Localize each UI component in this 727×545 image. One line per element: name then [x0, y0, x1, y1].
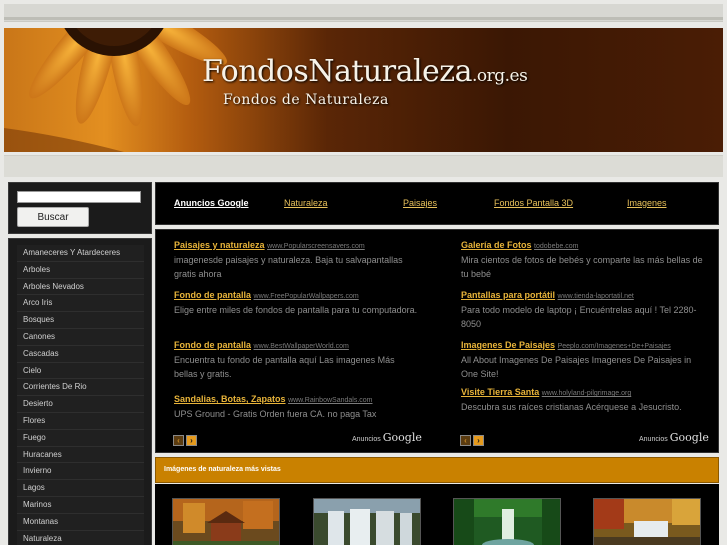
- ads-by-label: Anuncios: [639, 436, 668, 443]
- gallery-thumbnail[interactable]: [453, 498, 561, 545]
- ad-url[interactable]: www.holyland-pilgrimage.org: [542, 390, 632, 397]
- category-item[interactable]: Cascadas: [17, 345, 144, 363]
- jungle-waterfall-image: [454, 499, 560, 545]
- ad-title[interactable]: Paisajes y naturaleza: [174, 240, 265, 250]
- ad-title[interactable]: Imagenes De Paisajes: [461, 340, 555, 350]
- ad-url[interactable]: www.Popularscreensavers.com: [267, 243, 365, 250]
- nav-link-naturaleza[interactable]: Naturaleza: [284, 198, 328, 208]
- site-banner[interactable]: FondosNaturaleza.org.es Fondos de Natura…: [4, 28, 723, 152]
- ad-unit: Galería de Fotos todobebe.com Mira cient…: [461, 240, 709, 290]
- ads-next-button[interactable]: ›: [186, 435, 197, 446]
- gallery-thumbnail[interactable]: [172, 498, 280, 545]
- ads-by-google-left[interactable]: Anuncios Google: [352, 431, 422, 444]
- category-item[interactable]: Fuego: [17, 429, 144, 447]
- ads-column-left: Paisajes y naturaleza www.Popularscreens…: [174, 240, 422, 444]
- most-viewed-header: Imágenes de naturaleza más vistas: [155, 457, 719, 483]
- category-item[interactable]: Bosques: [17, 312, 144, 329]
- ads-panel: Paisajes y naturaleza www.Popularscreens…: [155, 229, 719, 453]
- top-strip-line: [4, 17, 723, 20]
- category-list: Amaneceres Y Atardeceres Arboles Arboles…: [8, 238, 152, 545]
- ad-url[interactable]: www.BestWallpaperWorld.com: [254, 343, 349, 350]
- ad-url[interactable]: todobebe.com: [534, 243, 578, 250]
- category-item[interactable]: Huracanes: [17, 446, 144, 464]
- ad-description: Para todo modelo de laptop ¡ Encuéntrela…: [461, 305, 697, 329]
- category-item[interactable]: Invierno: [17, 463, 144, 481]
- google-logo: Google: [382, 431, 422, 444]
- ad-unit: Pantallas para portátil www.tienda-lapor…: [461, 290, 709, 340]
- site-subtitle: Fondos de Naturaleza: [223, 92, 389, 108]
- ad-title[interactable]: Sandalias, Botas, Zapatos: [174, 394, 286, 404]
- banner-bottom-strip: [4, 155, 723, 177]
- search-button[interactable]: Buscar: [17, 207, 89, 227]
- search-box: Buscar: [8, 182, 152, 234]
- ad-title[interactable]: Pantallas para portátil: [461, 290, 555, 300]
- ad-url[interactable]: Peeplo.com/Imagenes+De+Paisajes: [558, 343, 671, 350]
- ad-url[interactable]: www.RainbowSandals.com: [288, 397, 372, 404]
- nav-link-anuncios-google[interactable]: Anuncios Google: [174, 198, 249, 208]
- ad-description: Elige entre miles de fondos de pantalla …: [174, 305, 418, 315]
- ad-unit: Fondo de pantalla www.FreePopularWallpap…: [174, 290, 422, 340]
- ads-by-google-right[interactable]: Anuncios Google: [639, 431, 709, 444]
- top-nav: Anuncios Google Naturaleza Paisajes Fond…: [155, 182, 719, 225]
- nav-link-imagenes[interactable]: Imagenes: [627, 198, 667, 208]
- category-item[interactable]: Lagos: [17, 480, 144, 497]
- ad-description: UPS Ground - Gratis Orden fuera CA. no p…: [174, 409, 377, 419]
- ad-description: Mira cientos de fotos de bebés y compart…: [461, 255, 703, 279]
- ad-description: Encuentra tu fondo de pantalla aquí Las …: [174, 355, 395, 379]
- image-gallery: [155, 484, 719, 545]
- most-viewed-heading: Imágenes de naturaleza más vistas: [164, 466, 281, 473]
- site-title-main: FondosNaturaleza: [202, 54, 473, 89]
- gallery-thumbnail[interactable]: [593, 498, 701, 545]
- autumn-waterfall-image: [594, 499, 700, 545]
- ad-unit: Imagenes De Paisajes Peeplo.com/Imagenes…: [461, 340, 709, 390]
- ad-description: Descubra sus raíces cristianas Acérquese…: [461, 402, 682, 412]
- category-item[interactable]: Cielo: [17, 362, 144, 380]
- ad-unit: Fondo de pantalla www.BestWallpaperWorld…: [174, 340, 422, 390]
- category-item[interactable]: Naturaleza: [17, 530, 144, 545]
- ad-unit: Visite Tierra Santa www.holyland-pilgrim…: [461, 387, 709, 437]
- category-item[interactable]: Canones: [17, 328, 144, 346]
- sunflower-image: [4, 28, 227, 152]
- ads-next-button[interactable]: ›: [473, 435, 484, 446]
- autumn-house-image: [173, 499, 279, 545]
- category-item[interactable]: Flores: [17, 412, 144, 430]
- waterfall-image: [314, 499, 420, 545]
- ad-url[interactable]: www.FreePopularWallpapers.com: [254, 293, 359, 300]
- ad-description: imagenesde paisajes y naturaleza. Baja t…: [174, 255, 403, 279]
- ads-column-right: Galería de Fotos todobebe.com Mira cient…: [461, 240, 709, 437]
- ads-pager-right: ‹ ›: [460, 430, 486, 446]
- ads-prev-button[interactable]: ‹: [173, 435, 184, 446]
- ads-pager-left: ‹ ›: [173, 430, 199, 446]
- category-item[interactable]: Arco Iris: [17, 295, 144, 313]
- category-item[interactable]: Desierto: [17, 396, 144, 413]
- search-input[interactable]: [17, 191, 141, 203]
- top-strip: [4, 4, 723, 22]
- ad-title[interactable]: Fondo de pantalla: [174, 290, 251, 300]
- ad-description: All About Imagenes De Paisajes Imagenes …: [461, 355, 692, 379]
- ad-title[interactable]: Galería de Fotos: [461, 240, 532, 250]
- site-title-tld: .org.es: [472, 66, 528, 86]
- ad-unit: Paisajes y naturaleza www.Popularscreens…: [174, 240, 422, 290]
- category-item[interactable]: Amaneceres Y Atardeceres: [17, 245, 144, 262]
- nav-link-fondos-pantalla-3d[interactable]: Fondos Pantalla 3D: [494, 198, 573, 208]
- google-logo: Google: [669, 431, 709, 444]
- gallery-thumbnail[interactable]: [313, 498, 421, 545]
- ad-title[interactable]: Visite Tierra Santa: [461, 387, 539, 397]
- ads-by-label: Anuncios: [352, 436, 381, 443]
- nav-link-paisajes[interactable]: Paisajes: [403, 198, 437, 208]
- ads-prev-button[interactable]: ‹: [460, 435, 471, 446]
- ad-title[interactable]: Fondo de pantalla: [174, 340, 251, 350]
- category-item[interactable]: Montanas: [17, 513, 144, 531]
- category-item[interactable]: Arboles Nevados: [17, 278, 144, 296]
- category-item[interactable]: Arboles: [17, 261, 144, 279]
- ad-url[interactable]: www.tienda-laportatil.net: [558, 293, 634, 300]
- category-item[interactable]: Marinos: [17, 496, 144, 514]
- site-title: FondosNaturaleza.org.es: [202, 54, 528, 89]
- category-item[interactable]: Corrientes De Rio: [17, 379, 144, 397]
